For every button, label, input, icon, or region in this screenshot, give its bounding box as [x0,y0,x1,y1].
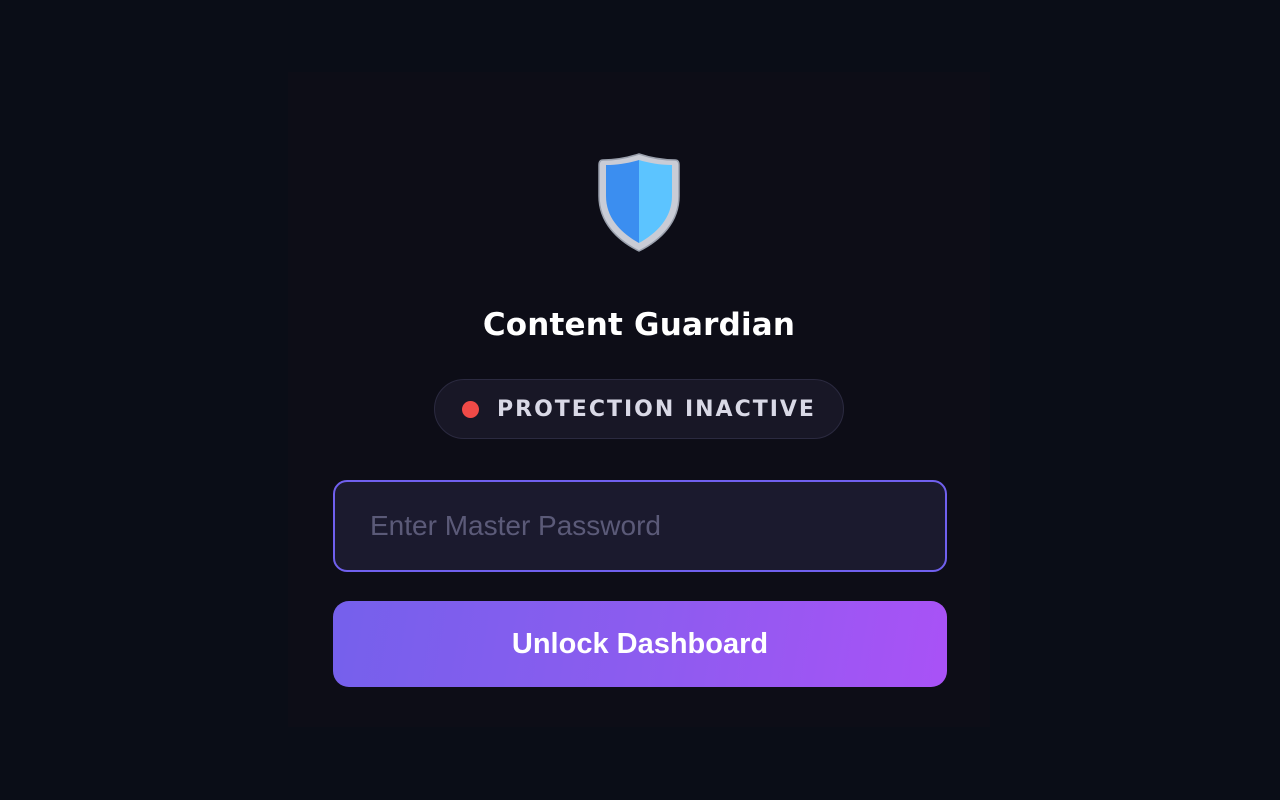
status-text: PROTECTION INACTIVE [497,396,816,422]
shield-icon [597,152,681,254]
unlock-dashboard-button[interactable]: Unlock Dashboard [333,601,947,687]
status-indicator-dot [462,400,480,418]
protection-status-badge: PROTECTION INACTIVE [434,379,844,439]
master-password-input[interactable] [333,480,947,572]
login-panel: Content Guardian PROTECTION INACTIVE Unl… [288,72,990,727]
app-title: Content Guardian [482,307,796,343]
